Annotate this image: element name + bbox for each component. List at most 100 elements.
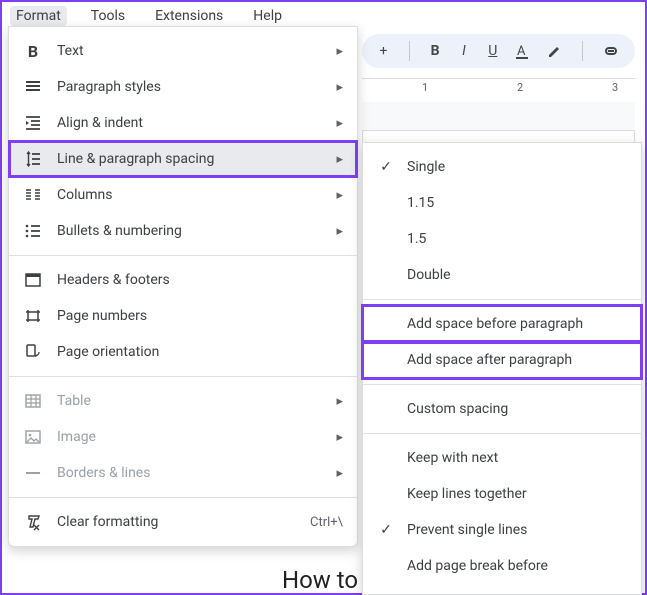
submenu-item-prevent-single-lines[interactable]: ✓ Prevent single lines: [363, 512, 641, 548]
check-icon: ✓: [377, 522, 395, 538]
menu-tools[interactable]: Tools: [85, 6, 131, 26]
menu-item-text[interactable]: B Text ▸: [9, 33, 357, 69]
ruler-mark: 2: [517, 81, 523, 94]
menu-item-columns[interactable]: Columns ▸: [9, 177, 357, 213]
line-spacing-submenu: ✓ Single 1.15 1.5 Double Add space befor…: [362, 142, 642, 595]
plus-button[interactable]: +: [376, 41, 391, 61]
chevron-right-icon: ▸: [336, 116, 343, 131]
menu-separator: [9, 255, 357, 256]
menu-item-label: Image: [57, 429, 322, 445]
ruler-mark: 1: [422, 81, 428, 94]
menu-item-borders-lines: Borders & lines ▸: [9, 455, 357, 491]
check-icon: ✓: [377, 159, 395, 175]
submenu-item-label: Prevent single lines: [407, 522, 627, 538]
submenu-item-115[interactable]: 1.15: [363, 185, 641, 221]
menu-item-label: Borders & lines: [57, 465, 322, 481]
submenu-item-15[interactable]: 1.5: [363, 221, 641, 257]
submenu-item-label: Keep lines together: [407, 486, 627, 502]
menu-help[interactable]: Help: [247, 6, 288, 26]
image-icon: [23, 427, 43, 447]
menu-item-label: Text: [57, 43, 322, 59]
menu-format[interactable]: Format: [10, 6, 67, 26]
menu-item-label: Table: [57, 393, 322, 409]
submenu-item-label: Add space after paragraph: [407, 352, 627, 368]
page-numbers-icon: [23, 306, 43, 326]
menu-item-line-spacing[interactable]: Line & paragraph spacing ▸: [9, 141, 357, 177]
format-dropdown: B Text ▸ Paragraph styles ▸ Align & inde…: [8, 26, 358, 547]
chevron-right-icon: ▸: [336, 224, 343, 239]
menu-item-label: Line & paragraph spacing: [57, 151, 322, 167]
submenu-item-label: Custom spacing: [407, 401, 627, 417]
paragraph-styles-icon: [23, 77, 43, 97]
toolbar: + B I U A: [362, 34, 635, 68]
bold-icon: B: [23, 41, 43, 61]
submenu-item-add-space-after[interactable]: Add space after paragraph: [363, 342, 641, 378]
svg-text:A: A: [517, 44, 526, 59]
underline-button[interactable]: U: [485, 41, 500, 61]
submenu-item-keep-lines-together[interactable]: Keep lines together: [363, 476, 641, 512]
columns-icon: [23, 185, 43, 205]
submenu-item-keep-with-next[interactable]: Keep with next: [363, 440, 641, 476]
chevron-right-icon: ▸: [336, 466, 343, 481]
menu-item-label: Bullets & numbering: [57, 223, 322, 239]
submenu-item-single[interactable]: ✓ Single: [363, 149, 641, 185]
chevron-right-icon: ▸: [336, 188, 343, 203]
submenu-item-label: Double: [407, 267, 627, 283]
menu-item-table: Table ▸: [9, 383, 357, 419]
chevron-right-icon: ▸: [336, 152, 343, 167]
ruler-mark: 3: [612, 81, 618, 94]
menu-extensions[interactable]: Extensions: [149, 6, 229, 26]
document-body-text: How to: [282, 566, 358, 594]
menu-item-page-orientation[interactable]: Page orientation: [9, 334, 357, 370]
menu-item-align-indent[interactable]: Align & indent ▸: [9, 105, 357, 141]
menu-separator: [363, 384, 641, 385]
submenu-item-double[interactable]: Double: [363, 257, 641, 293]
bold-button[interactable]: B: [428, 41, 443, 61]
menu-item-paragraph-styles[interactable]: Paragraph styles ▸: [9, 69, 357, 105]
separator: [409, 41, 410, 61]
page-orientation-icon: [23, 342, 43, 362]
menu-item-label: Paragraph styles: [57, 79, 322, 95]
menu-item-label: Page orientation: [57, 344, 343, 360]
submenu-item-label: 1.15: [407, 195, 627, 211]
menu-item-headers-footers[interactable]: Headers & footers: [9, 262, 357, 298]
bullets-icon: [23, 221, 43, 241]
separator: [582, 41, 583, 61]
menu-item-label: Headers & footers: [57, 272, 343, 288]
table-icon: [23, 391, 43, 411]
submenu-item-label: Keep with next: [407, 450, 627, 466]
menu-separator: [363, 299, 641, 300]
headers-footers-icon: [23, 270, 43, 290]
chevron-right-icon: ▸: [336, 80, 343, 95]
chevron-right-icon: ▸: [336, 394, 343, 409]
insert-link-button[interactable]: [601, 41, 621, 61]
text-color-button[interactable]: A: [514, 41, 532, 61]
menu-item-label: Align & indent: [57, 115, 322, 131]
menu-item-label: Clear formatting: [57, 514, 296, 530]
line-spacing-icon: [23, 149, 43, 169]
submenu-item-label: Add space before paragraph: [407, 316, 627, 332]
menu-item-label: Columns: [57, 187, 322, 203]
menu-item-clear-formatting[interactable]: Clear formatting Ctrl+\: [9, 504, 357, 540]
menu-separator: [9, 497, 357, 498]
highlight-button[interactable]: [546, 41, 564, 61]
clear-formatting-icon: [23, 512, 43, 532]
menu-item-bullets-numbering[interactable]: Bullets & numbering ▸: [9, 213, 357, 249]
menu-separator: [363, 433, 641, 434]
submenu-item-label: Add page break before: [407, 558, 627, 574]
ruler: 1 2 3: [362, 78, 635, 98]
menu-item-page-numbers[interactable]: Page numbers: [9, 298, 357, 334]
menu-separator: [9, 376, 357, 377]
submenu-item-custom-spacing[interactable]: Custom spacing: [363, 391, 641, 427]
chevron-right-icon: ▸: [336, 430, 343, 445]
menu-item-shortcut: Ctrl+\: [310, 515, 343, 530]
menu-item-label: Page numbers: [57, 308, 343, 324]
submenu-item-add-page-break-before[interactable]: Add page break before: [363, 548, 641, 584]
submenu-item-add-space-before[interactable]: Add space before paragraph: [363, 306, 641, 342]
menu-item-image: Image ▸: [9, 419, 357, 455]
borders-lines-icon: [23, 463, 43, 483]
submenu-item-label: 1.5: [407, 231, 627, 247]
italic-button[interactable]: I: [457, 41, 472, 61]
chevron-right-icon: ▸: [336, 44, 343, 59]
submenu-item-label: Single: [407, 159, 627, 175]
